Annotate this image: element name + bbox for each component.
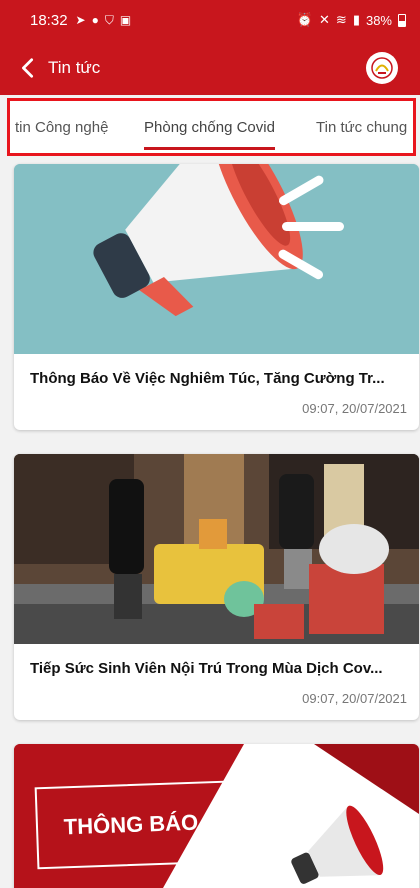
- toolbar: Tin tức: [0, 42, 420, 94]
- tab-tin-cong-nghe[interactable]: tin Công nghệ: [15, 101, 108, 153]
- university-logo[interactable]: [366, 52, 398, 84]
- news-card[interactable]: Tiếp Sức Sinh Viên Nội Trú Trong Mùa Dịc…: [14, 454, 419, 720]
- news-headline: Thông Báo Về Việc Nghiêm Túc, Tăng Cường…: [30, 370, 385, 387]
- tab-tin-tuc-chung[interactable]: Tin tức chung: [316, 101, 407, 153]
- system-icons: ⏰ ✕ ≋ ▮ 38%: [297, 12, 406, 28]
- wifi-icon: ≋: [335, 12, 347, 27]
- news-card[interactable]: THÔNG BÁO: [14, 744, 419, 888]
- battery-icon: [398, 13, 406, 27]
- notification-icons: ➤ ● ⛉ ▣: [76, 13, 132, 28]
- students-supplies-photo: [14, 454, 419, 644]
- news-feed[interactable]: Thông Báo Về Việc Nghiêm Túc, Tăng Cường…: [0, 158, 420, 888]
- mute-icon: ✕: [319, 12, 330, 27]
- news-card-body: Tiếp Sức Sinh Viên Nội Trú Trong Mùa Dịc…: [14, 644, 419, 720]
- shield-icon: ⛉: [104, 12, 114, 27]
- chevron-left-icon: [22, 58, 34, 78]
- category-tabs: tin Công nghệ Phòng chống Covid Tin tức …: [7, 98, 416, 156]
- page-title: Tin tức: [48, 58, 101, 77]
- banner-text: THÔNG BÁO: [34, 780, 228, 870]
- alarm-icon: ⏰: [296, 12, 313, 27]
- gallery-icon: ▣: [119, 13, 132, 27]
- battery-percent: 38%: [365, 12, 392, 28]
- tab-phong-chong-covid[interactable]: Phòng chống Covid: [144, 101, 275, 153]
- news-date: 09:07, 20/07/2021: [302, 401, 407, 416]
- megaphone-announcement-image: [14, 164, 419, 354]
- status-bar: 18:32 ➤ ● ⛉ ▣ ⏰ ✕ ≋ ▮ 38%: [0, 0, 420, 40]
- notification-icon: ●: [91, 13, 99, 27]
- thong-bao-banner-image: THÔNG BÁO: [14, 744, 419, 888]
- signal-icon: ▮: [352, 12, 360, 27]
- news-date: 09:07, 20/07/2021: [302, 691, 407, 706]
- news-card[interactable]: Thông Báo Về Việc Nghiêm Túc, Tăng Cường…: [14, 164, 419, 430]
- news-headline: Tiếp Sức Sinh Viên Nội Trú Trong Mùa Dịc…: [30, 660, 383, 677]
- app-bar: 18:32 ➤ ● ⛉ ▣ ⏰ ✕ ≋ ▮ 38% Tin tức: [0, 0, 420, 95]
- telegram-icon: ➤: [75, 13, 86, 27]
- epu-logo-icon: [371, 57, 393, 79]
- status-time: 18:32: [30, 11, 68, 29]
- news-card-body: Thông Báo Về Việc Nghiêm Túc, Tăng Cường…: [14, 354, 419, 430]
